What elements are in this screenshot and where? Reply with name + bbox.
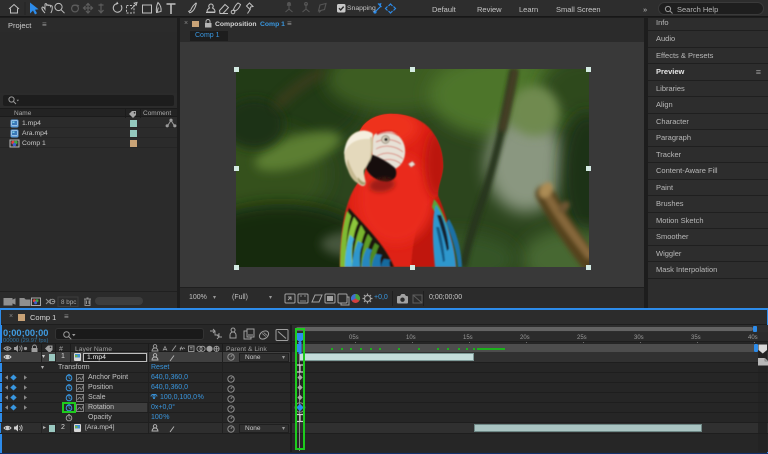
svg-text:30s: 30s bbox=[634, 335, 644, 341]
svg-text:40s: 40s bbox=[748, 335, 758, 341]
svg-text:05s: 05s bbox=[349, 335, 359, 341]
svg-text:8 bpc: 8 bpc bbox=[61, 299, 76, 306]
svg-text:35s: 35s bbox=[691, 335, 701, 341]
svg-text:20s: 20s bbox=[520, 335, 530, 341]
svg-text:15s: 15s bbox=[463, 335, 473, 341]
svg-text:10s: 10s bbox=[406, 335, 416, 341]
svg-text:25s: 25s bbox=[577, 335, 587, 341]
